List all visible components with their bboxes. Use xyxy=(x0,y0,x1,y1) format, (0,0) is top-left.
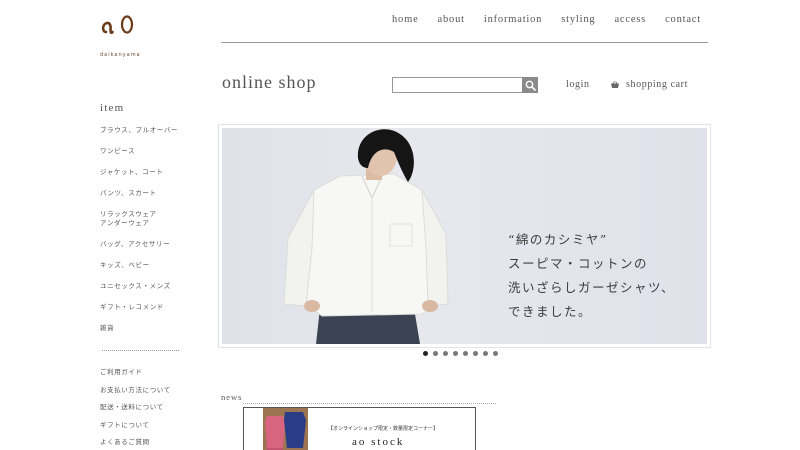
hero-line-3: 洗いざらしガーゼシャツ、 xyxy=(508,280,676,295)
guide-payment[interactable]: お支払い方法について xyxy=(100,384,190,402)
brand-tagline: daikanyama xyxy=(100,52,141,58)
banner-title: ao stock xyxy=(352,436,405,448)
nav-home[interactable]: home xyxy=(392,14,419,25)
category-kids-baby[interactable]: キッズ、ベビー xyxy=(100,261,190,282)
category-gift-recommend[interactable]: ギフト・レコメンド xyxy=(100,303,190,324)
login-link[interactable]: login xyxy=(566,79,590,90)
category-onepiece[interactable]: ワンピース xyxy=(100,147,190,168)
nav-about[interactable]: about xyxy=(438,14,465,25)
nav-divider xyxy=(221,42,708,43)
guide-usage[interactable]: ご利用ガイド xyxy=(100,366,190,384)
nav-styling[interactable]: styling xyxy=(561,14,595,25)
slider-dot-3[interactable] xyxy=(443,351,448,356)
hero-line-1: “綿のカシミヤ” xyxy=(508,232,608,247)
sidebar-divider xyxy=(102,350,179,351)
hero-line-2: スーピマ・コットンの xyxy=(508,256,649,271)
category-jacket-coat[interactable]: ジャケット、コート xyxy=(100,168,190,189)
guide-faq[interactable]: よくあるご質問 xyxy=(100,436,190,450)
page-title: online shop xyxy=(222,72,317,92)
slider-dot-6[interactable] xyxy=(473,351,478,356)
banner-photo xyxy=(263,408,308,450)
hero-copy: “綿のカシミヤ” スーピマ・コットンの 洗いざらしガーゼシャツ、 できました。 xyxy=(508,228,675,324)
slider-dot-4[interactable] xyxy=(453,351,458,356)
brand-logo[interactable]: daikanyama xyxy=(100,12,140,58)
hero-line-4: できました。 xyxy=(508,304,593,319)
cart-label: shopping cart xyxy=(626,79,688,90)
category-goods[interactable]: 雑貨 xyxy=(100,324,190,345)
guide-list: ご利用ガイド お支払い方法について 配送・送料について ギフトについて よくある… xyxy=(100,366,190,450)
category-bag-accessory[interactable]: バッグ、アクセサリー xyxy=(100,240,190,261)
nav-information[interactable]: information xyxy=(484,14,542,25)
category-pants-skirt[interactable]: パンツ、スカート xyxy=(100,189,190,210)
category-unisex-mens[interactable]: ユニセックス・メンズ xyxy=(100,282,190,303)
slider-dot-8[interactable] xyxy=(493,351,498,356)
slider-dot-7[interactable] xyxy=(483,351,488,356)
banner-caption: 【オンラインショップ限定・数量限定コーナー】 xyxy=(328,426,439,432)
news-heading: news xyxy=(221,392,243,402)
category-relaxwear[interactable]: リラックスウェア アンダーウェア xyxy=(100,210,190,240)
search-icon xyxy=(525,80,536,91)
shopping-cart-link[interactable]: shopping cart xyxy=(610,79,688,90)
category-list: ブラウス、プルオーバー ワンピース ジャケット、コート パンツ、スカート リラッ… xyxy=(100,126,190,345)
ao-logo-mark xyxy=(101,15,134,35)
nav-contact[interactable]: contact xyxy=(665,14,701,25)
nav-access[interactable]: access xyxy=(614,14,646,25)
basket-icon xyxy=(611,80,619,88)
search-bar xyxy=(392,77,538,93)
guide-gift[interactable]: ギフトについて xyxy=(100,419,190,437)
hero-slider[interactable]: “綿のカシミヤ” スーピマ・コットンの 洗いざらしガーゼシャツ、 できました。 xyxy=(218,124,711,348)
sidebar-heading: item xyxy=(100,102,125,114)
slider-dot-1[interactable] xyxy=(423,351,428,356)
category-blouse[interactable]: ブラウス、プルオーバー xyxy=(100,126,190,147)
guide-shipping[interactable]: 配送・送料について xyxy=(100,401,190,419)
search-input[interactable] xyxy=(392,77,522,93)
slider-dot-5[interactable] xyxy=(463,351,468,356)
ao-stock-banner[interactable]: 【オンラインショップ限定・数量限定コーナー】 ao stock xyxy=(243,407,476,450)
folded-garments-illustration xyxy=(263,408,308,450)
slider-dot-2[interactable] xyxy=(433,351,438,356)
main-nav: home about information styling access co… xyxy=(392,14,701,25)
slider-pagination xyxy=(423,351,498,356)
hero-photo: “綿のカシミヤ” スーピマ・コットンの 洗いざらしガーゼシャツ、 できました。 xyxy=(222,128,707,344)
news-divider xyxy=(243,403,496,404)
search-button[interactable] xyxy=(522,77,538,93)
